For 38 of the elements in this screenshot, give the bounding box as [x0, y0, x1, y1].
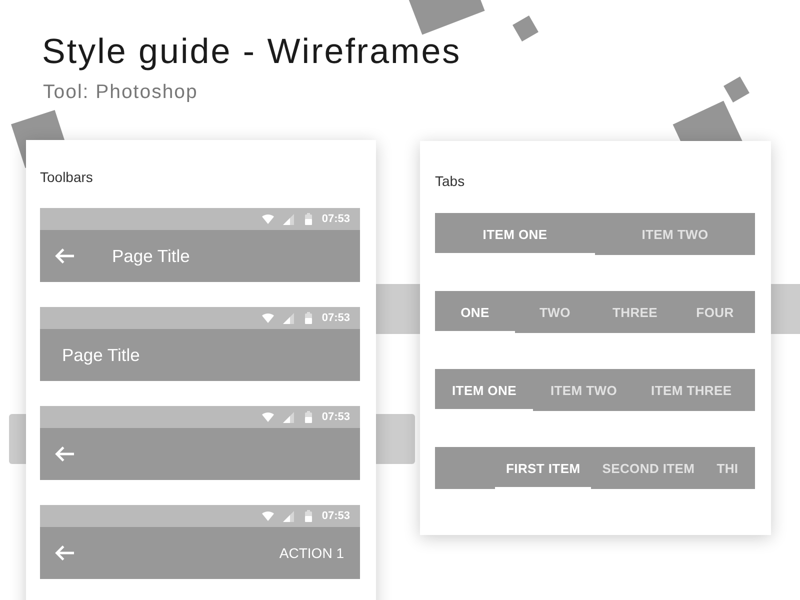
wifi-icon	[262, 313, 274, 323]
section-heading: Toolbars	[40, 168, 93, 186]
tab[interactable]: TWO	[515, 291, 595, 333]
page-title: Page Title	[62, 344, 140, 366]
status-time: 07:53	[322, 509, 350, 523]
tab[interactable]: THREE	[595, 291, 675, 333]
tab[interactable]: ITEM TWO	[595, 213, 755, 255]
battery-icon	[304, 411, 312, 423]
tab[interactable]: ITEM ONE	[435, 369, 534, 411]
section-heading: Tabs	[435, 172, 465, 190]
tab[interactable]: FOUR	[675, 291, 755, 333]
status-time: 07:53	[322, 311, 350, 325]
battery-icon	[304, 213, 312, 225]
battery-icon	[304, 312, 312, 324]
left-arrow-icon[interactable]	[55, 446, 75, 462]
left-arrow-icon[interactable]	[55, 248, 75, 264]
status-time: 07:53	[322, 212, 350, 226]
tab[interactable]: ITEM THREE	[634, 369, 749, 411]
tab[interactable]: SECOND ITEM	[591, 447, 706, 489]
signal-icon	[282, 510, 294, 522]
page-subheading: Tool: Photoshop	[43, 80, 198, 104]
status-time: 07:53	[322, 410, 350, 424]
signal-icon	[282, 214, 294, 224]
wifi-icon	[262, 412, 274, 422]
tab[interactable]: ONE	[435, 291, 515, 333]
action-button[interactable]: ACTION 1	[279, 544, 344, 562]
wifi-icon	[262, 214, 274, 224]
wifi-icon	[262, 511, 274, 521]
tab[interactable]: THI	[706, 447, 750, 489]
tab[interactable]: ITEM TWO	[533, 369, 634, 411]
battery-icon	[304, 510, 312, 522]
page-title: Page Title	[112, 245, 190, 267]
tab[interactable]: FIRST ITEM	[495, 447, 592, 489]
page-heading: Style guide - Wireframes	[42, 32, 462, 72]
signal-icon	[282, 312, 294, 324]
signal-icon	[282, 412, 294, 422]
tab[interactable]: ITEM ONE	[435, 213, 595, 255]
left-arrow-icon[interactable]	[55, 545, 75, 561]
